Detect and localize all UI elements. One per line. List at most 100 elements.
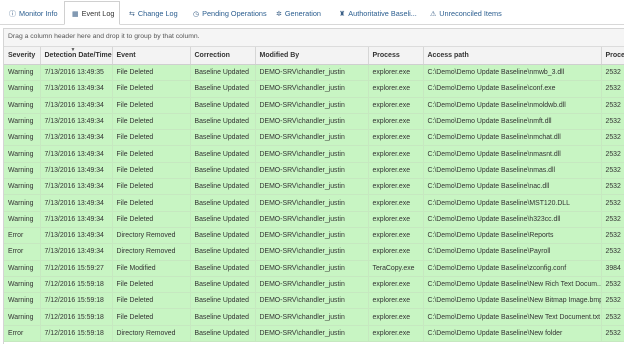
table-row[interactable]: Warning 7/13/2016 13:49:34 File Deleted Bas… (4, 97, 624, 114)
process-cell: explorer.exe (368, 97, 424, 114)
correction-cell: Baseline Updated (190, 243, 256, 261)
tab-label: Change Log (137, 9, 178, 18)
severity-cell: Warning (4, 194, 41, 212)
process-id-cell: 2532 (601, 145, 624, 163)
event-cell: File Deleted (112, 113, 191, 131)
access-path-cell: C:\Demo\Demo Update Baseline\New Bitmap … (423, 292, 602, 310)
tab-label: Generation (284, 9, 321, 18)
event-cell: File Deleted (112, 97, 191, 114)
tab-generation[interactable]: ✲ Generation (276, 3, 321, 24)
modified-by-cell: DEMO-SRV\chandler_justin (255, 194, 369, 212)
group-by-panel[interactable]: Drag a column header here and drop it to… (4, 29, 624, 47)
detection-date-cell: 7/13/2016 13:49:34 (40, 113, 113, 131)
process-id-cell: 2532 (601, 243, 624, 261)
tab-bar: ⓘ Monitor Info ▦ Event Log ⇆ Change Log ◷ Pe… (0, 0, 624, 25)
access-path-cell: C:\Demo\Demo Update Baseline\nmasnt.dll (423, 145, 602, 163)
column-header-process[interactable]: Process (368, 47, 424, 65)
severity-cell: Warning (4, 162, 41, 180)
column-header-modified-by[interactable]: Modified By (255, 47, 369, 65)
severity-cell: Warning (4, 260, 41, 277)
tab-monitor-info[interactable]: ⓘ Monitor Info (9, 3, 58, 24)
correction-cell: Baseline Updated (190, 64, 256, 82)
modified-by-cell: DEMO-SRV\chandler_justin (255, 211, 369, 228)
grid-body: Warning 7/13/2016 13:49:35 File Deleted Bas… (4, 64, 624, 343)
table-row[interactable]: Warning 7/13/2016 13:49:35 File Deleted Bas… (4, 64, 624, 82)
column-header-event[interactable]: Event (112, 47, 191, 65)
table-row[interactable]: Warning 7/13/2016 13:49:34 File Deleted Bas… (4, 129, 624, 147)
process-id-cell: 3984 (601, 260, 624, 277)
detection-date-cell: 7/13/2016 13:49:34 (40, 243, 113, 261)
table-row[interactable]: Error 7/13/2016 13:49:34 Directory Removed… (4, 227, 624, 245)
correction-cell: Baseline Updated (190, 194, 256, 212)
table-row[interactable]: Warning 7/12/2016 15:59:27 File Modified Ba… (4, 260, 624, 277)
tab-change-log[interactable]: ⇆ Change Log (129, 3, 178, 24)
access-path-cell: C:\Demo\Demo Update Baseline\conf.exe (423, 80, 602, 98)
table-row[interactable]: Warning 7/13/2016 13:49:34 File Deleted Bas… (4, 145, 624, 163)
detection-date-cell: 7/13/2016 13:49:34 (40, 211, 113, 228)
tab-pending-operations[interactable]: ◷ Pending Operations (193, 3, 267, 24)
severity-cell: Warning (4, 276, 41, 294)
event-cell: Directory Removed (112, 227, 191, 245)
access-path-cell: C:\Demo\Demo Update Baseline\nmas.dll (423, 162, 602, 180)
access-path-cell: C:\Demo\Demo Update Baseline\New Text Do… (423, 308, 602, 326)
table-row[interactable]: Warning 7/13/2016 13:49:34 File Deleted Bas… (4, 80, 624, 98)
tab-label: Pending Operations (202, 9, 267, 18)
process-id-cell: 2532 (601, 113, 624, 131)
severity-cell: Warning (4, 308, 41, 326)
correction-cell: Baseline Updated (190, 260, 256, 277)
severity-cell: Warning (4, 113, 41, 131)
event-cell: File Modified (112, 260, 191, 277)
detection-date-cell: 7/12/2016 15:59:18 (40, 325, 113, 343)
modified-by-cell: DEMO-SRV\chandler_justin (255, 292, 369, 310)
correction-cell: Baseline Updated (190, 113, 256, 131)
table-row[interactable]: Warning 7/13/2016 13:49:34 File Deleted Bas… (4, 194, 624, 212)
process-id-cell: 2532 (601, 80, 624, 98)
warning-icon: ⚠ (430, 11, 437, 18)
tab-event-log[interactable]: ▦ Event Log (64, 1, 120, 25)
column-header-severity[interactable]: Severity (4, 47, 41, 65)
modified-by-cell: DEMO-SRV\chandler_justin (255, 308, 369, 326)
modified-by-cell: DEMO-SRV\chandler_justin (255, 260, 369, 277)
table-row[interactable]: Warning 7/13/2016 13:49:34 File Deleted Bas… (4, 162, 624, 180)
column-header-correction[interactable]: Correction (190, 47, 256, 65)
calendar-icon: ▦ (72, 11, 79, 18)
table-row[interactable]: Error 7/13/2016 13:49:34 Directory Removed… (4, 243, 624, 261)
tab-authoritative-baseline[interactable]: ♜ Authoritative Baseli... (339, 3, 417, 24)
process-id-cell: 2532 (601, 97, 624, 114)
correction-cell: Baseline Updated (190, 211, 256, 228)
sort-descending-icon: ▼ (70, 47, 76, 53)
table-row[interactable]: Warning 7/12/2016 15:59:18 File Deleted Bas… (4, 308, 624, 326)
modified-by-cell: DEMO-SRV\chandler_justin (255, 145, 369, 163)
column-header-process-id[interactable]: Proces (601, 47, 624, 65)
table-row[interactable]: Warning 7/13/2016 13:49:34 File Deleted Bas… (4, 178, 624, 196)
table-row[interactable]: Error 7/12/2016 15:59:18 Directory Removed… (4, 325, 624, 343)
process-cell: explorer.exe (368, 145, 424, 163)
severity-cell: Error (4, 325, 41, 343)
correction-cell: Baseline Updated (190, 129, 256, 147)
table-row[interactable]: Warning 7/13/2016 13:49:34 File Deleted Bas… (4, 113, 624, 131)
severity-cell: Error (4, 243, 41, 261)
process-id-cell: 2532 (601, 178, 624, 196)
detection-date-cell: 7/13/2016 13:49:34 (40, 162, 113, 180)
clock-icon: ◷ (193, 11, 200, 18)
tab-unreconciled-items[interactable]: ⚠ Unreconciled Items (430, 3, 502, 24)
tab-label: Event Log (81, 9, 115, 18)
correction-cell: Baseline Updated (190, 276, 256, 294)
event-cell: File Deleted (112, 129, 191, 147)
column-header-detection-date[interactable]: ▼ Detection Date/Time (40, 47, 113, 65)
table-row[interactable]: Warning 7/13/2016 13:49:34 File Deleted Bas… (4, 211, 624, 228)
event-cell: File Deleted (112, 145, 191, 163)
detection-date-cell: 7/13/2016 13:49:34 (40, 194, 113, 212)
table-row[interactable]: Warning 7/12/2016 15:59:18 File Deleted Bas… (4, 276, 624, 294)
process-id-cell: 2532 (601, 276, 624, 294)
access-path-cell: C:\Demo\Demo Update Baseline\Reports (423, 227, 602, 245)
process-cell: explorer.exe (368, 276, 424, 294)
process-cell: explorer.exe (368, 113, 424, 131)
table-row[interactable]: Warning 7/12/2016 15:59:18 File Deleted Bas… (4, 292, 624, 310)
correction-cell: Baseline Updated (190, 308, 256, 326)
column-header-access-path[interactable]: Access path (423, 47, 602, 65)
detection-date-cell: 7/13/2016 13:49:35 (40, 64, 113, 82)
tab-label: Unreconciled Items (439, 9, 502, 18)
modified-by-cell: DEMO-SRV\chandler_justin (255, 276, 369, 294)
modified-by-cell: DEMO-SRV\chandler_justin (255, 97, 369, 114)
